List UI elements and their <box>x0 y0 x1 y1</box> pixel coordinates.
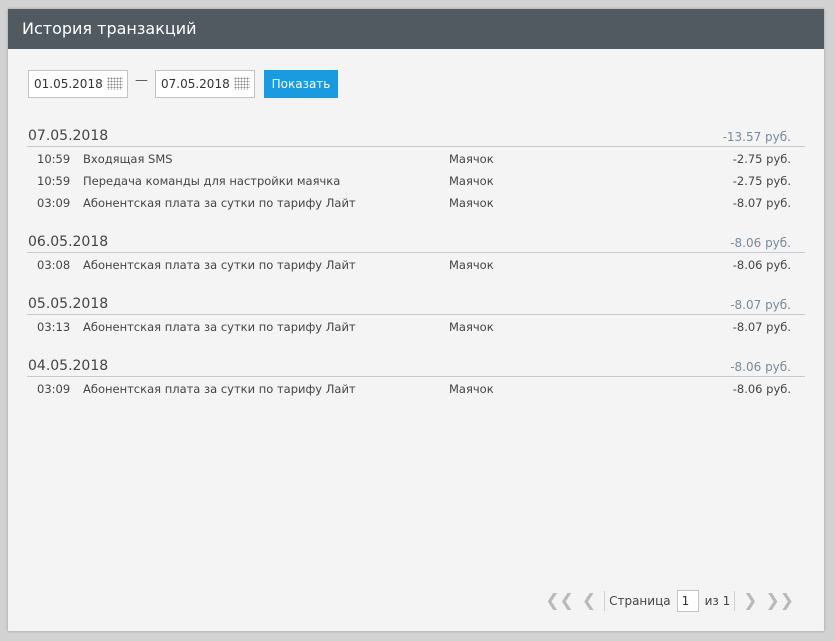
calendar-icon[interactable] <box>234 77 250 90</box>
show-button[interactable]: Показать <box>264 70 338 98</box>
transaction-object: Маячок <box>449 382 494 396</box>
transaction-time: 03:08 <box>37 258 71 272</box>
transaction-list: 07.05.2018 -13.57 руб. 10:59 Входящая SMS Ма… <box>27 121 805 413</box>
transaction-time: 10:59 <box>37 152 71 166</box>
transaction-amount: -2.75 руб. <box>732 152 791 166</box>
transaction-time: 10:59 <box>37 174 71 188</box>
date-from-input[interactable] <box>29 71 110 97</box>
transaction-amount: -8.06 руб. <box>732 382 791 396</box>
transaction-group: 07.05.2018 -13.57 руб. 10:59 Входящая SMS Ма… <box>27 121 805 213</box>
pager-divider <box>734 591 736 611</box>
transaction-object: Маячок <box>449 196 494 210</box>
group-total: -8.07 руб. <box>730 298 791 312</box>
page-number-input[interactable] <box>676 590 699 612</box>
date-to-field[interactable] <box>155 70 255 98</box>
group-date: 07.05.2018 <box>28 128 109 144</box>
group-date: 04.05.2018 <box>28 358 109 374</box>
transaction-amount: -8.06 руб. <box>732 258 791 272</box>
date-range-separator: — <box>135 73 148 88</box>
transaction-time: 03:13 <box>37 320 71 334</box>
transaction-description: Абонентская плата за сутки по тарифу Лай… <box>83 196 356 210</box>
transaction-group: 05.05.2018 -8.07 руб. 03:13 Абонентская пла… <box>27 289 805 337</box>
transaction-row: 03:08 Абонентская плата за сутки по тариф… <box>27 253 805 275</box>
pagination: ❮❮ ❮ Страница из 1 ❯ ❯❯ <box>541 587 798 615</box>
transaction-time: 03:09 <box>37 196 71 210</box>
date-from-field[interactable] <box>28 70 128 98</box>
page-count-label: из 1 <box>704 594 731 608</box>
pager-divider <box>604 591 606 611</box>
transaction-object: Маячок <box>449 320 494 334</box>
group-header: 07.05.2018 -13.57 руб. <box>27 121 805 147</box>
date-to-input[interactable] <box>156 71 237 97</box>
group-date: 06.05.2018 <box>28 234 109 250</box>
first-page-icon[interactable]: ❮❮ <box>545 591 574 611</box>
transaction-amount: -8.07 руб. <box>732 196 791 210</box>
transaction-row: 03:13 Абонентская плата за сутки по тариф… <box>27 315 805 337</box>
transaction-description: Абонентская плата за сутки по тарифу Лай… <box>83 258 356 272</box>
transaction-amount: -8.07 руб. <box>732 320 791 334</box>
group-header: 04.05.2018 -8.06 руб. <box>27 351 805 377</box>
transaction-object: Маячок <box>449 152 494 166</box>
transaction-description: Входящая SMS <box>83 152 173 166</box>
transaction-row: 03:09 Абонентская плата за сутки по тариф… <box>27 377 805 399</box>
page-label: Страница <box>609 594 671 608</box>
transaction-row: 10:59 Входящая SMS Маячок -2.75 руб. <box>27 147 805 169</box>
transaction-description: Абонентская плата за сутки по тарифу Лай… <box>83 382 356 396</box>
transaction-row: 10:59 Передача команды для настройки маяч… <box>27 169 805 191</box>
transaction-time: 03:09 <box>37 382 71 396</box>
transaction-group: 06.05.2018 -8.06 руб. 03:08 Абонентская пла… <box>27 227 805 275</box>
transaction-history-panel: История транзакций — Показать 07.05.2018… <box>8 9 824 631</box>
group-date: 05.05.2018 <box>28 296 109 312</box>
group-total: -13.57 руб. <box>722 130 791 144</box>
transaction-group: 04.05.2018 -8.06 руб. 03:09 Абонентская пла… <box>27 351 805 399</box>
transaction-row: 03:09 Абонентская плата за сутки по тариф… <box>27 191 805 213</box>
next-page-icon[interactable]: ❯ <box>743 591 757 611</box>
transaction-object: Маячок <box>449 174 494 188</box>
panel-title: История транзакций <box>8 9 824 49</box>
transaction-description: Абонентская плата за сутки по тарифу Лай… <box>83 320 356 334</box>
transaction-object: Маячок <box>449 258 494 272</box>
last-page-icon[interactable]: ❯❯ <box>766 591 795 611</box>
prev-page-icon[interactable]: ❮ <box>582 591 596 611</box>
group-total: -8.06 руб. <box>730 236 791 250</box>
group-total: -8.06 руб. <box>730 360 791 374</box>
group-header: 06.05.2018 -8.06 руб. <box>27 227 805 253</box>
transaction-amount: -2.75 руб. <box>732 174 791 188</box>
group-header: 05.05.2018 -8.07 руб. <box>27 289 805 315</box>
calendar-icon[interactable] <box>107 77 123 90</box>
transaction-description: Передача команды для настройки маячка <box>83 174 341 188</box>
